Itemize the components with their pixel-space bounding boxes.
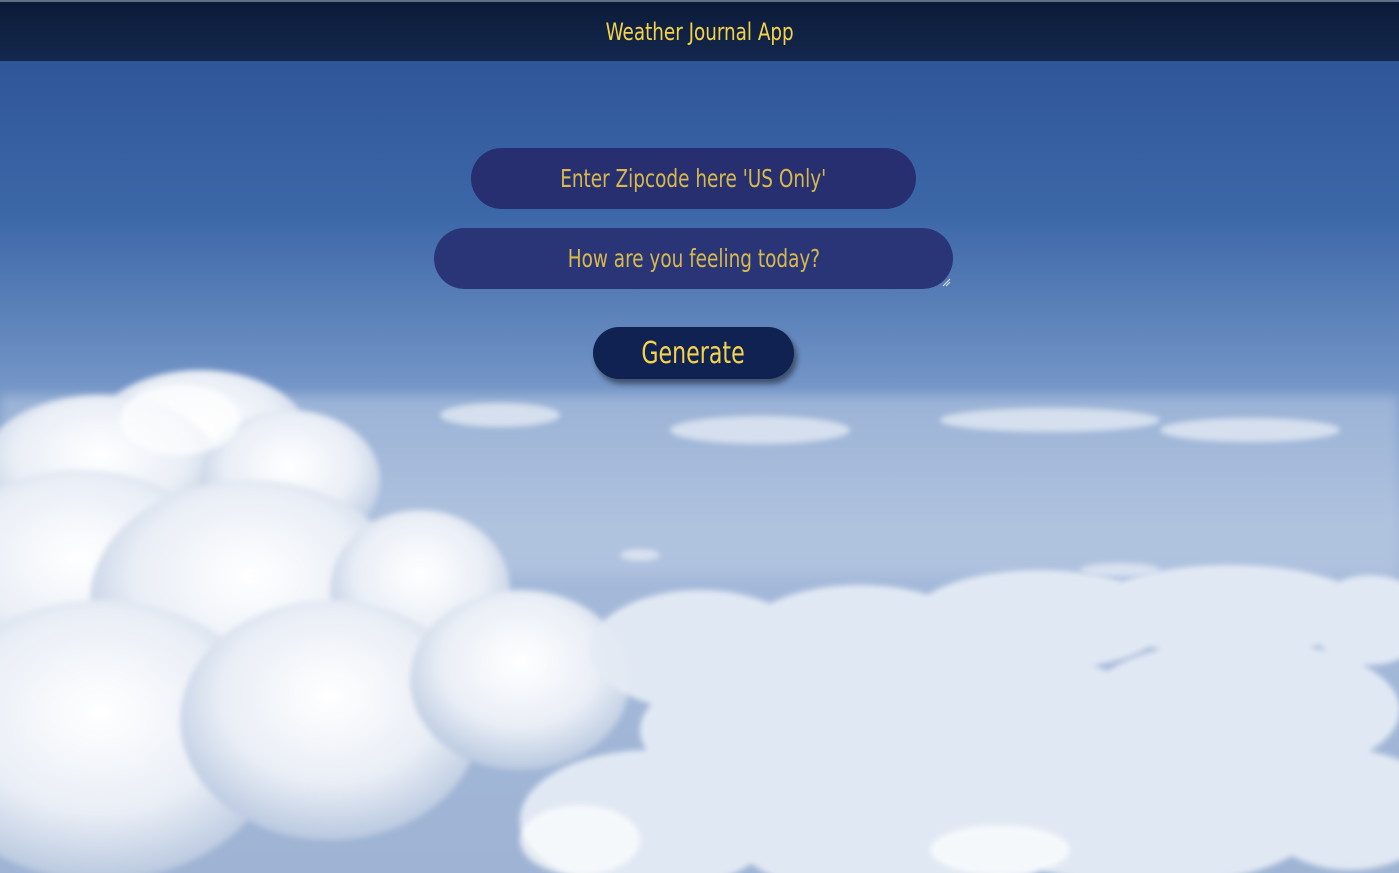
feelings-placeholder: How are you feeling today? (567, 244, 820, 273)
journal-form: Enter Zipcode here 'US Only' How are you… (0, 0, 1399, 873)
resize-handle-icon[interactable] (941, 277, 951, 287)
zipcode-input[interactable]: Enter Zipcode here 'US Only' (471, 148, 916, 209)
zipcode-placeholder: Enter Zipcode here 'US Only' (560, 164, 827, 193)
feelings-textarea[interactable]: How are you feeling today? (434, 228, 953, 289)
generate-button-label: Generate (641, 335, 746, 371)
generate-button[interactable]: Generate (593, 327, 794, 379)
